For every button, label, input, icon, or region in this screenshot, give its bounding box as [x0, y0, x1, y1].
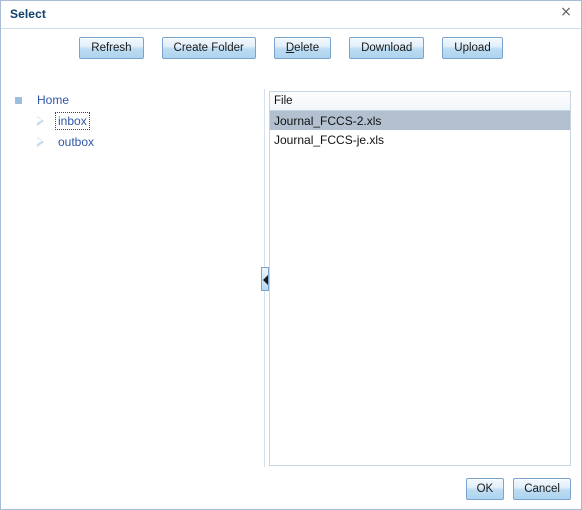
file-table-header: File	[270, 92, 570, 111]
dialog-footer: OK Cancel	[457, 478, 571, 500]
file-name: Journal_FCCS-2.xls	[274, 113, 382, 128]
dialog-titlebar: Select ×	[1, 1, 581, 29]
file-name: Journal_FCCS-je.xls	[274, 132, 385, 147]
download-button-label: Download	[361, 42, 413, 54]
disclosure-expanded-icon[interactable]	[13, 93, 27, 107]
upload-button[interactable]: Upload	[442, 37, 503, 59]
delete-button[interactable]: Delete	[273, 37, 332, 59]
table-row[interactable]: Journal_FCCS-2.xls	[270, 111, 570, 130]
column-header-file[interactable]: File	[274, 95, 293, 107]
create-folder-button[interactable]: Create Folder	[161, 37, 256, 59]
create-folder-button-label: Create Folder	[173, 42, 244, 54]
tree-item-home[interactable]: Home	[3, 89, 259, 110]
disclosure-collapsed-icon[interactable]	[34, 135, 48, 149]
panel-splitter[interactable]	[261, 89, 269, 467]
delete-button-accesskey: D	[285, 42, 295, 54]
dialog-title: Select	[10, 7, 46, 21]
tree-item-label[interactable]: Home	[35, 92, 71, 108]
cancel-button[interactable]: Cancel	[513, 478, 571, 500]
close-icon[interactable]: ×	[559, 5, 573, 19]
download-button[interactable]: Download	[349, 37, 425, 59]
table-row[interactable]: Journal_FCCS-je.xls	[270, 130, 570, 149]
delete-button-label: elete	[294, 42, 320, 54]
tree-item-label[interactable]: outbox	[56, 134, 96, 150]
upload-button-label: Upload	[454, 42, 491, 54]
disclosure-collapsed-icon[interactable]	[34, 114, 48, 128]
collapse-left-icon[interactable]	[261, 267, 269, 291]
ok-button[interactable]: OK	[465, 478, 505, 500]
tree-item-label[interactable]: inbox	[55, 111, 90, 130]
refresh-button[interactable]: Refresh	[79, 37, 144, 59]
folder-tree: Home inbox outbox	[3, 89, 259, 467]
file-list-panel: File Journal_FCCS-2.xls Journal_FCCS-je.…	[269, 91, 571, 466]
dialog-toolbar: Refresh Create Folder Delete Download Up…	[1, 37, 581, 63]
tree-item-inbox[interactable]: inbox	[3, 110, 259, 131]
select-file-dialog: Select × Refresh Create Folder Delete Do…	[0, 0, 582, 510]
tree-item-outbox[interactable]: outbox	[3, 131, 259, 152]
refresh-button-label: Refresh	[91, 42, 132, 54]
